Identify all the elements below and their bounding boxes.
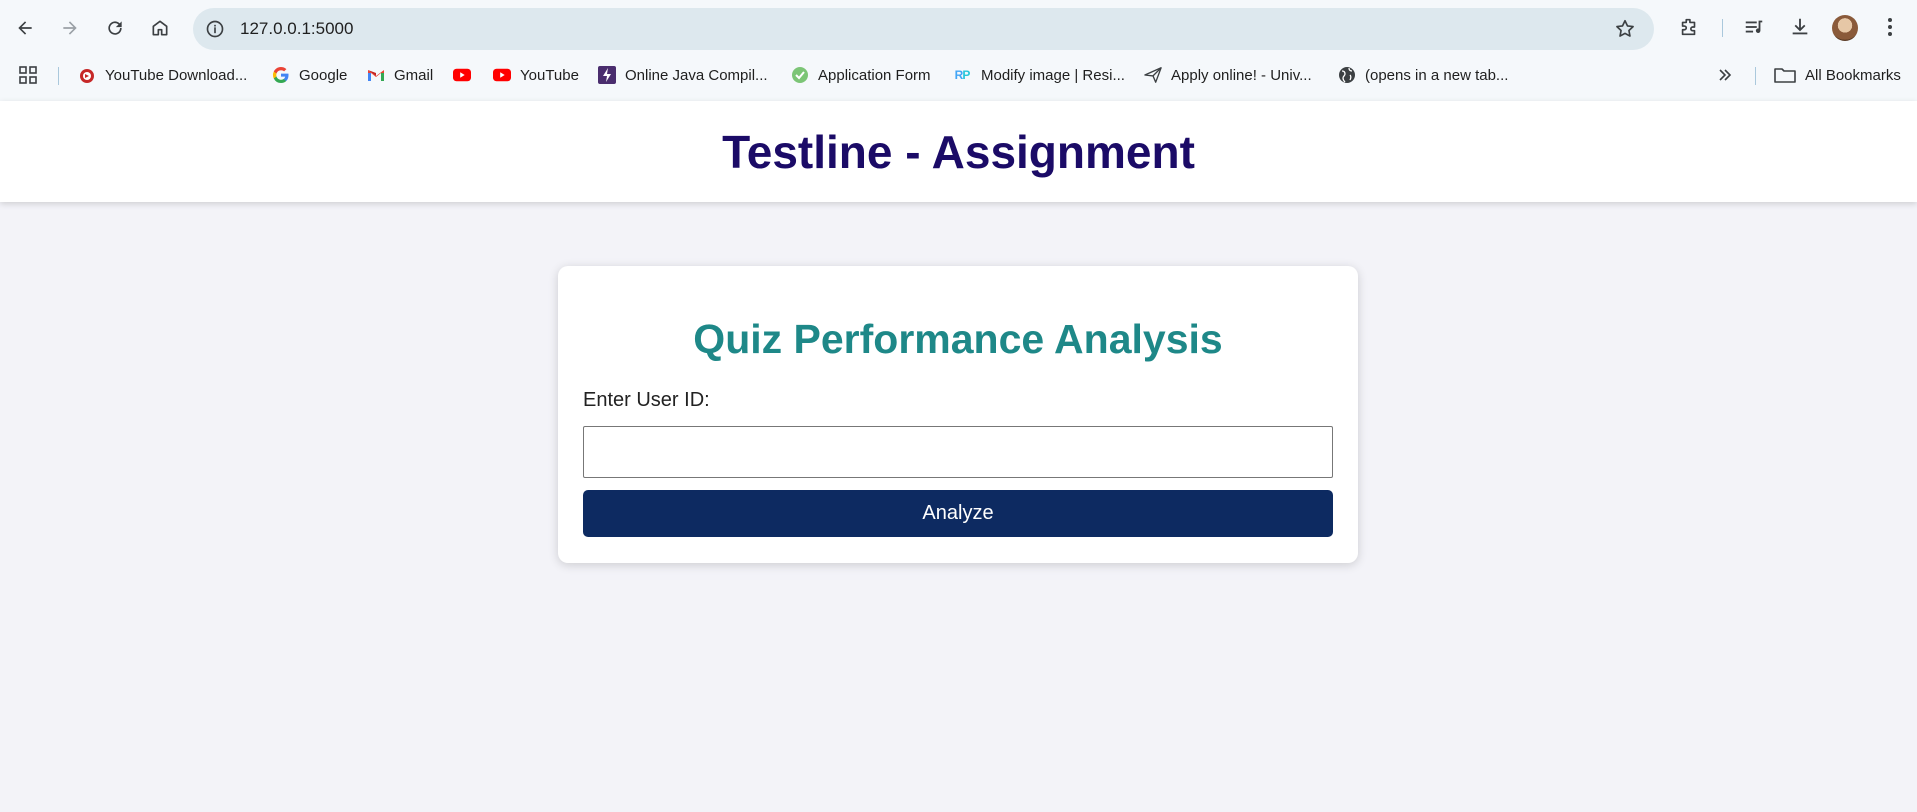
forward-button[interactable] (52, 10, 88, 46)
bookmark-label: Application Form (818, 66, 931, 84)
toolbar-divider (1722, 19, 1723, 37)
bookmark-opens-new-tab[interactable]: (opens in a new tab... (1338, 62, 1508, 88)
bookmark-label: Online Java Compil... (625, 66, 768, 84)
user-id-label: Enter User ID: (583, 389, 710, 411)
back-button[interactable] (7, 10, 43, 46)
bookmark-youtube-downloader[interactable]: YouTube Download... (78, 62, 247, 88)
bookmarks-divider (1755, 67, 1756, 85)
google-icon (272, 66, 290, 84)
online-compiler-icon (598, 66, 616, 84)
bookmark-youtube-icon-only[interactable] (453, 62, 480, 88)
bookmark-google[interactable]: Google (272, 62, 347, 88)
rp-icon: RP (954, 68, 971, 82)
folder-icon (1774, 66, 1796, 84)
bookmark-gmail[interactable]: Gmail (367, 62, 433, 88)
analysis-card: Quiz Performance Analysis Enter User ID:… (558, 266, 1358, 563)
bookmark-apply-online[interactable]: Apply online! - Univ... (1144, 62, 1312, 88)
bookmark-label: Modify image | Resi... (981, 66, 1125, 84)
chevron-double-right-icon (1716, 66, 1734, 84)
download-icon[interactable] (1787, 14, 1813, 40)
arrow-right-icon (63, 21, 77, 35)
bookmark-label: Google (299, 66, 348, 84)
bookmark-label: Apply online! - Univ... (1171, 66, 1312, 84)
media-control-icon[interactable] (1741, 14, 1767, 40)
site-info-icon[interactable] (203, 17, 227, 41)
apps-grid-icon (19, 66, 37, 84)
youtube-downloader-icon (78, 66, 96, 84)
bookmark-star-icon[interactable] (1614, 18, 1636, 40)
app-title: Testline - Assignment (722, 125, 1195, 178)
page-content: Testline - Assignment Quiz Performance A… (0, 101, 1917, 812)
url-text[interactable]: 127.0.0.1:5000 (240, 19, 353, 39)
form-check-icon (791, 66, 809, 84)
paper-plane-icon (1144, 66, 1162, 84)
menu-dots-icon[interactable] (1877, 14, 1903, 40)
extensions-icon[interactable] (1676, 14, 1702, 40)
bookmark-label: Gmail (394, 66, 434, 84)
bookmark-label: YouTube Download... (105, 66, 248, 84)
apps-grid-button[interactable] (19, 62, 46, 88)
bookmarks-divider (58, 67, 59, 85)
reload-icon (108, 21, 122, 35)
bookmark-youtube[interactable]: YouTube (493, 62, 579, 88)
youtube-icon (453, 66, 471, 84)
analyze-button[interactable]: Analyze (583, 490, 1333, 537)
gmail-icon (367, 66, 385, 84)
more-bookmarks-button[interactable] (1716, 62, 1743, 88)
browser-chrome: 127.0.0.1:5000 YouTube Download... Googl… (0, 0, 1917, 101)
bookmarks-bar: YouTube Download... Google Gmail YouTube (0, 57, 1917, 93)
bookmark-label: (opens in a new tab... (1365, 66, 1509, 84)
reload-button[interactable] (97, 10, 133, 46)
youtube-icon (493, 66, 511, 84)
home-button[interactable] (142, 10, 178, 46)
arrow-left-icon (18, 21, 32, 35)
address-bar[interactable]: 127.0.0.1:5000 (193, 8, 1654, 50)
browser-toolbar: 127.0.0.1:5000 (0, 0, 1917, 57)
app-header: Testline - Assignment (0, 101, 1917, 202)
home-icon (152, 20, 168, 36)
bookmark-application-form[interactable]: Application Form (791, 62, 931, 88)
all-bookmarks-button[interactable]: All Bookmarks (1774, 62, 1901, 88)
profile-avatar[interactable] (1832, 15, 1858, 41)
all-bookmarks-label: All Bookmarks (1805, 66, 1901, 84)
user-id-input[interactable] (583, 426, 1333, 478)
bookmark-label: YouTube (520, 66, 579, 84)
globe-icon (1338, 66, 1356, 84)
bookmark-online-java-compiler[interactable]: Online Java Compil... (598, 62, 768, 88)
card-title: Quiz Performance Analysis (693, 316, 1223, 362)
bookmark-modify-image[interactable]: RP Modify image | Resi... (952, 62, 1125, 88)
